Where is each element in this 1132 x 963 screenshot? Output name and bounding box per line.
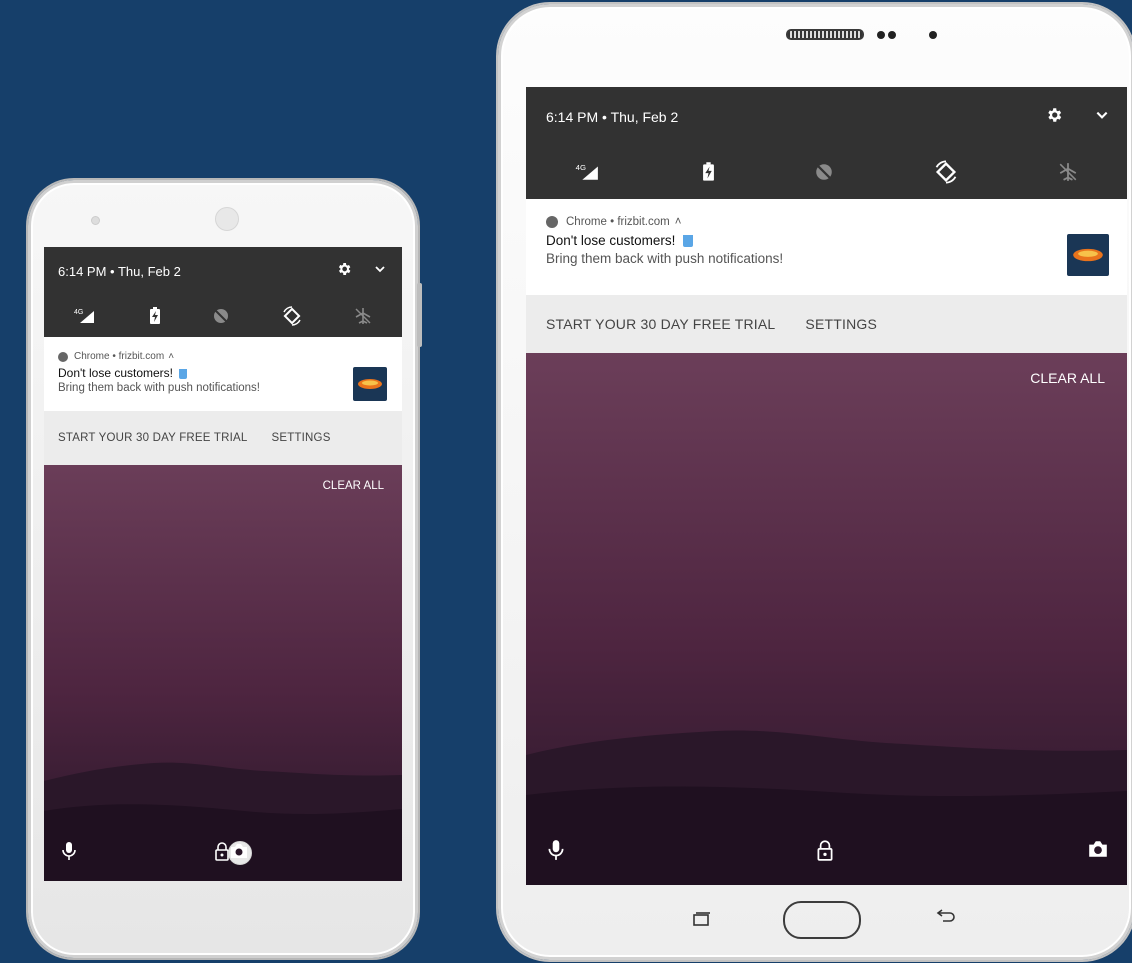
gear-icon[interactable] xyxy=(336,261,352,282)
tablet-front-camera xyxy=(929,31,937,39)
trash-bin-emoji-icon xyxy=(683,235,694,248)
notification-actions: START YOUR 30 DAY FREE TRIAL SETTINGS xyxy=(526,295,1127,353)
notification-source-label: Chrome • frizbit.com xyxy=(566,216,670,228)
time-date: 6:14 PM • Thu, Feb 2 xyxy=(58,263,181,279)
battery-charging-icon[interactable] xyxy=(702,162,715,182)
back-icon[interactable] xyxy=(935,909,957,930)
notification-title: Don't lose customers! xyxy=(546,233,676,248)
location-off-icon[interactable] xyxy=(814,162,834,182)
airplane-mode-icon[interactable] xyxy=(354,307,372,325)
tablet-sensor-2 xyxy=(888,31,896,39)
microphone-icon[interactable] xyxy=(62,841,76,866)
auto-rotate-icon[interactable] xyxy=(281,305,303,327)
location-off-icon[interactable] xyxy=(212,307,230,325)
phone-device: 6:14 PM • Thu, Feb 2 4G Chrome • frizbit… xyxy=(28,180,422,958)
chevron-down-icon[interactable] xyxy=(1095,108,1109,127)
phone-power-button xyxy=(417,283,422,347)
notification-title: Don't lose customers! xyxy=(58,366,174,380)
clear-all-button[interactable]: CLEAR ALL xyxy=(1030,370,1105,386)
tablet-screen: 6:14 PM • Thu, Feb 2 4G Chrome • frizbit… xyxy=(526,87,1127,885)
notification-body: Bring them back with push notifications! xyxy=(58,382,260,394)
cellular-signal-icon[interactable]: 4G xyxy=(74,307,98,325)
lock-icon[interactable] xyxy=(816,839,834,867)
lockscreen-shortcuts xyxy=(44,831,402,881)
lockscreen-shortcuts xyxy=(526,825,1127,885)
auto-rotate-icon[interactable] xyxy=(933,159,959,185)
phone-front-camera xyxy=(215,207,239,231)
start-trial-button[interactable]: START YOUR 30 DAY FREE TRIAL xyxy=(58,432,247,444)
clear-all-button[interactable]: CLEAR ALL xyxy=(323,480,384,492)
recent-apps-icon[interactable] xyxy=(690,911,712,932)
tablet-device: 6:14 PM • Thu, Feb 2 4G Chrome • frizbit… xyxy=(498,4,1132,960)
camera-icon[interactable] xyxy=(1087,839,1109,865)
svg-text:4G: 4G xyxy=(576,163,586,172)
frisbee-logo-icon xyxy=(1067,234,1109,276)
frisbee-logo-icon xyxy=(353,367,387,401)
phone-sensor xyxy=(91,216,100,225)
settings-button[interactable]: SETTINGS xyxy=(271,432,330,444)
trash-bin-emoji-icon xyxy=(179,368,188,379)
cellular-signal-icon[interactable]: 4G xyxy=(575,162,603,182)
chrome-icon xyxy=(58,351,68,362)
notification-title-row: Don't lose customers! xyxy=(526,228,1127,248)
push-notification[interactable]: Chrome • frizbit.com ˄ Don't lose custom… xyxy=(526,199,1127,295)
settings-button[interactable]: SETTINGS xyxy=(805,316,877,332)
quick-settings: 6:14 PM • Thu, Feb 2 4G xyxy=(44,247,402,337)
home-button[interactable] xyxy=(783,901,861,939)
notification-title-row: Don't lose customers! xyxy=(44,362,402,380)
chrome-icon xyxy=(546,216,558,228)
phone-screen: 6:14 PM • Thu, Feb 2 4G Chrome • frizbit… xyxy=(44,247,402,881)
notification-source: Chrome • frizbit.com ˄ xyxy=(44,337,402,362)
svg-text:4G: 4G xyxy=(74,309,83,316)
expand-caret-icon[interactable]: ˄ xyxy=(168,351,174,362)
tablet-sensor xyxy=(877,31,885,39)
quick-settings: 6:14 PM • Thu, Feb 2 4G xyxy=(526,87,1127,199)
chevron-down-icon[interactable] xyxy=(374,262,386,280)
notification-source: Chrome • frizbit.com ˄ xyxy=(526,199,1127,228)
camera-icon[interactable] xyxy=(228,841,252,865)
notification-source-label: Chrome • frizbit.com xyxy=(74,351,165,362)
notification-body: Bring them back with push notifications! xyxy=(546,251,784,266)
tablet-speaker-grille xyxy=(786,29,864,40)
time-date: 6:14 PM • Thu, Feb 2 xyxy=(546,109,679,125)
push-notification[interactable]: Chrome • frizbit.com ˄ Don't lose custom… xyxy=(44,337,402,411)
start-trial-button[interactable]: START YOUR 30 DAY FREE TRIAL xyxy=(546,316,775,332)
expand-caret-icon[interactable]: ˄ xyxy=(675,216,682,228)
airplane-mode-icon[interactable] xyxy=(1058,162,1078,182)
notification-actions: START YOUR 30 DAY FREE TRIAL SETTINGS xyxy=(44,411,402,465)
battery-charging-icon[interactable] xyxy=(149,307,161,325)
gear-icon[interactable] xyxy=(1045,106,1063,129)
microphone-icon[interactable] xyxy=(548,839,564,867)
